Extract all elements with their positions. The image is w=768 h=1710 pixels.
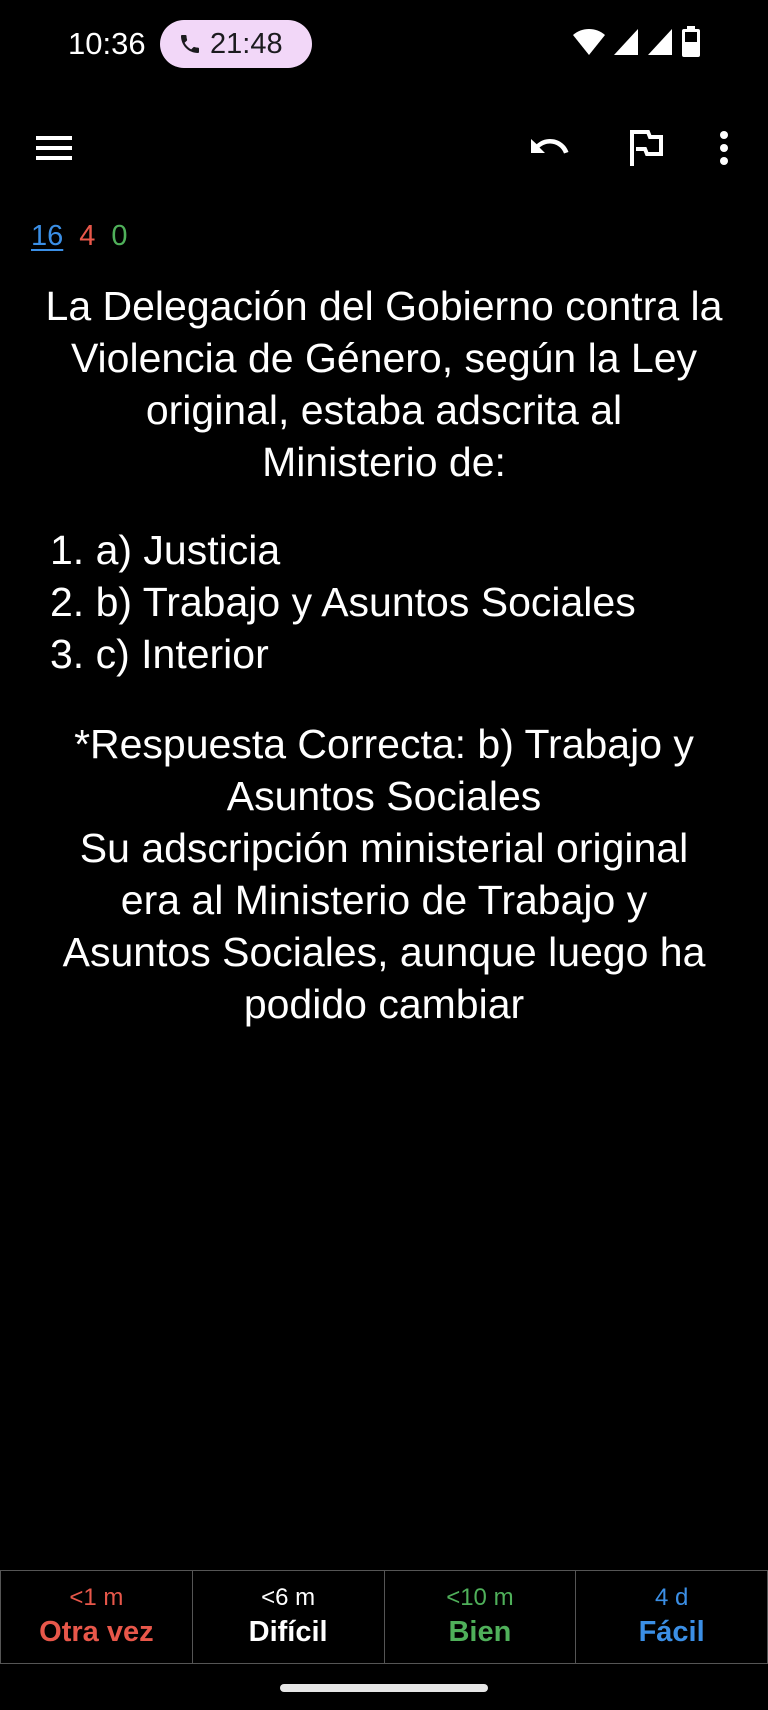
- option-item: 2. b) Trabajo y Asuntos Sociales: [50, 579, 636, 625]
- answer-options: 1. a) Justicia 2. b) Trabajo y Asuntos S…: [14, 524, 754, 680]
- battery-icon: [680, 26, 702, 63]
- card-question: La Delegación del Gobierno contra la Vio…: [14, 280, 754, 488]
- easy-interval: 4 d: [654, 1584, 689, 1611]
- toolbar: [0, 110, 768, 186]
- again-label: Otra vez: [39, 1616, 154, 1648]
- wifi-icon: [572, 27, 606, 62]
- good-label: Bien: [448, 1616, 512, 1648]
- easy-button[interactable]: 4 d Fácil: [575, 1571, 768, 1663]
- answer-line: Asuntos Sociales: [226, 773, 542, 819]
- status-bar: 10:36 21:48: [0, 0, 768, 90]
- undo-icon[interactable]: [518, 110, 582, 186]
- status-icons: [572, 26, 702, 63]
- card-answer: *Respuesta Correcta: b) Trabajo y Asunto…: [14, 718, 754, 1030]
- answer-line: era al Ministerio de Trabajo y: [120, 877, 648, 923]
- question-line: Violencia de Género, según la Ley: [70, 335, 698, 381]
- menu-icon[interactable]: [22, 110, 86, 186]
- again-button[interactable]: <1 m Otra vez: [0, 1571, 192, 1663]
- option-item: 1. a) Justicia: [50, 527, 281, 573]
- easy-label: Fácil: [638, 1616, 705, 1648]
- answer-line: *Respuesta Correcta: b) Trabajo y: [74, 721, 694, 767]
- question-line: Ministerio de:: [262, 439, 506, 485]
- again-interval: <1 m: [69, 1584, 124, 1611]
- signal-icon: [646, 27, 674, 62]
- answer-line: Asuntos Sociales, aunque luego ha: [62, 929, 706, 975]
- good-button[interactable]: <10 m Bien: [383, 1571, 576, 1663]
- question-line: La Delegación del Gobierno contra la: [45, 283, 723, 329]
- review-count: 0: [111, 220, 128, 252]
- flag-icon[interactable]: [614, 110, 678, 186]
- hard-interval: <6 m: [261, 1584, 316, 1611]
- new-count: 16: [31, 220, 64, 252]
- option-item: 3. c) Interior: [50, 631, 269, 677]
- gesture-nav-handle[interactable]: [280, 1684, 488, 1692]
- more-vert-icon[interactable]: [692, 110, 756, 186]
- answer-line: podido cambiar: [243, 981, 525, 1027]
- status-time: 10:36: [68, 26, 146, 61]
- hard-button[interactable]: <6 m Difícil: [191, 1571, 384, 1663]
- learning-count: 4: [79, 220, 96, 252]
- signal-icon: [612, 27, 640, 62]
- flashcard[interactable]: La Delegación del Gobierno contra la Vio…: [14, 280, 754, 1030]
- good-interval: <10 m: [446, 1584, 514, 1611]
- call-duration: 21:48: [210, 28, 283, 60]
- hard-label: Difícil: [248, 1616, 328, 1648]
- phone-icon: [178, 32, 202, 56]
- card-counts: 16 4 0: [31, 218, 128, 254]
- ease-button-bar: <1 m Otra vez <6 m Difícil <10 m Bien 4 …: [0, 1570, 768, 1664]
- answer-line: Su adscripción ministerial original: [79, 825, 689, 871]
- ongoing-call-chip[interactable]: 21:48: [160, 20, 312, 68]
- question-line: original, estaba adscrita al: [145, 387, 623, 433]
